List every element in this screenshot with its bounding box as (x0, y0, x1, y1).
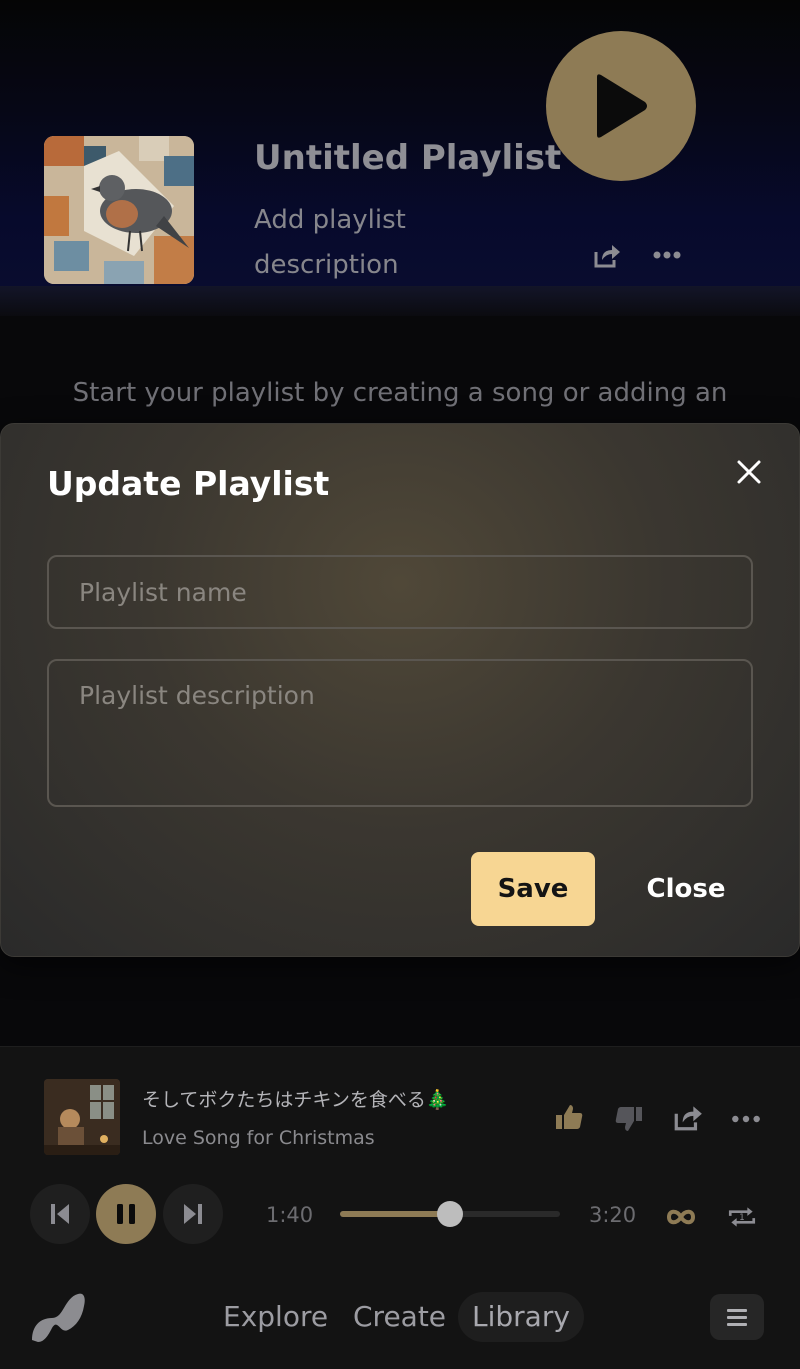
repeat-one-icon[interactable]: 1 (726, 1201, 758, 1233)
track-cover-image-icon (44, 1079, 120, 1155)
play-playlist-button[interactable] (546, 31, 696, 181)
nav-library[interactable]: Library (458, 1292, 584, 1342)
progress-fill (340, 1211, 450, 1217)
previous-track-button[interactable] (30, 1184, 90, 1244)
thumbs-down-icon[interactable] (613, 1103, 645, 1135)
bird-artwork-icon (44, 136, 194, 284)
save-button[interactable]: Save (471, 852, 595, 926)
play-icon (597, 74, 647, 138)
progress-knob[interactable] (437, 1201, 463, 1227)
track-subtitle[interactable]: Love Song for Christmas (142, 1127, 375, 1149)
more-options-icon[interactable] (652, 242, 682, 268)
app-logo-icon[interactable] (30, 1288, 86, 1344)
playlist-name-input[interactable] (47, 555, 753, 629)
progress-slider[interactable] (340, 1201, 560, 1227)
share-icon[interactable] (592, 240, 622, 270)
update-playlist-dialog: Update Playlist Save Close (0, 423, 800, 957)
dialog-title: Update Playlist (47, 464, 330, 503)
share-track-icon[interactable] (672, 1101, 704, 1133)
hamburger-menu-icon (727, 1309, 747, 1326)
elapsed-time: 1:40 (266, 1203, 314, 1227)
track-title[interactable]: そしてボクたちはチキンを食べる🎄 (142, 1085, 450, 1112)
menu-button[interactable] (710, 1294, 764, 1340)
close-button[interactable]: Close (621, 852, 751, 926)
svg-text:1: 1 (739, 1213, 744, 1223)
empty-playlist-message: Start your playlist by creating a song o… (72, 378, 728, 408)
close-icon[interactable] (733, 456, 765, 488)
playlist-title[interactable]: Untitled Playlist (254, 138, 561, 178)
track-more-icon[interactable] (730, 1103, 762, 1135)
next-track-button[interactable] (163, 1184, 223, 1244)
thumbs-up-icon[interactable] (553, 1101, 585, 1133)
bottom-navigation: Explore Create Library (0, 1246, 800, 1368)
nav-create[interactable]: Create (339, 1292, 460, 1342)
pause-button[interactable] (96, 1184, 156, 1244)
total-duration: 3:20 (589, 1203, 637, 1227)
skip-forward-icon (184, 1204, 202, 1224)
skip-back-icon (51, 1204, 69, 1224)
nav-explore[interactable]: Explore (209, 1292, 342, 1342)
header-divider (0, 286, 800, 316)
playlist-cover[interactable] (44, 136, 194, 284)
infinite-loop-icon[interactable] (665, 1201, 697, 1233)
playlist-description-input[interactable] (47, 659, 753, 807)
pause-icon (117, 1204, 135, 1224)
playlist-description-prompt[interactable]: Add playlist description (254, 198, 454, 288)
track-artwork[interactable] (44, 1079, 120, 1155)
